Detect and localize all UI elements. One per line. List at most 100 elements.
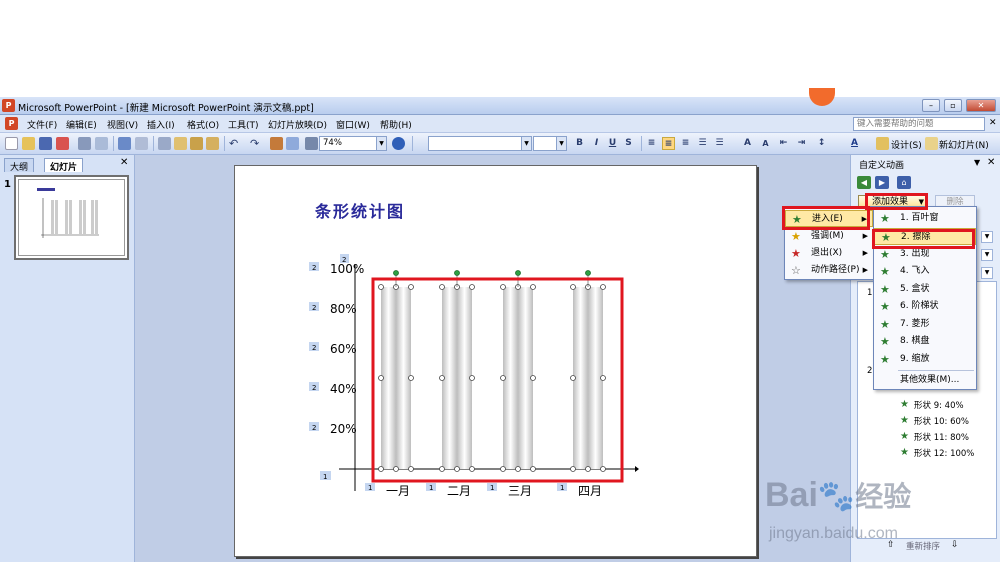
more-effects-item[interactable]: 其他效果(M)... bbox=[874, 372, 976, 389]
design-icon[interactable] bbox=[876, 137, 889, 150]
research-icon[interactable] bbox=[135, 137, 148, 150]
decrease-font-icon[interactable]: A bbox=[759, 137, 772, 150]
underline-button[interactable]: U bbox=[606, 137, 619, 150]
font-size-select[interactable]: ▼ bbox=[533, 136, 567, 151]
slide-canvas[interactable]: 条形统计图 20% 2 40% 2 60% 2 80% 2 100% 2 2 1 一月 1 二月 1 三月 1 四月… bbox=[234, 165, 757, 557]
selection-handle bbox=[585, 466, 591, 472]
new-doc-icon[interactable] bbox=[5, 137, 18, 150]
permission-icon[interactable] bbox=[56, 137, 69, 150]
slide-thumbnail[interactable] bbox=[14, 175, 129, 260]
chevron-down-icon[interactable]: ▼ bbox=[974, 158, 980, 167]
format-painter-icon[interactable] bbox=[206, 137, 219, 150]
list-item[interactable]: 形状 9: 40% bbox=[914, 399, 964, 411]
powerpoint-app-icon[interactable]: P bbox=[2, 99, 15, 112]
back-icon[interactable]: ◀ bbox=[857, 176, 871, 189]
maximize-button[interactable]: ▫ bbox=[944, 99, 962, 112]
print-icon[interactable] bbox=[78, 137, 91, 150]
effect-diagonal-squares[interactable]: ★ 6. 阶梯状 bbox=[874, 298, 976, 315]
insert-table-icon[interactable] bbox=[286, 137, 299, 150]
document-icon[interactable]: P bbox=[5, 117, 18, 130]
shadow-button[interactable]: S bbox=[622, 137, 635, 150]
menu-item-exit[interactable]: ★ 退出(X) ▶ bbox=[785, 245, 873, 262]
effect-fly-in[interactable]: ★ 4. 飞入 bbox=[874, 263, 976, 280]
menu-file[interactable]: 文件(F) bbox=[27, 118, 57, 131]
font-name-select[interactable]: ▼ bbox=[428, 136, 532, 151]
cut-icon[interactable] bbox=[158, 137, 171, 150]
selection-handle bbox=[393, 466, 399, 472]
help-icon[interactable] bbox=[392, 137, 405, 150]
grid-icon[interactable] bbox=[305, 137, 318, 150]
chevron-down-icon[interactable]: ▼ bbox=[981, 231, 993, 243]
selection-handle bbox=[530, 466, 536, 472]
y-tick-label: 40% bbox=[330, 382, 357, 396]
new-slide-button[interactable]: 新幻灯片(N) bbox=[939, 138, 989, 151]
selection-handle bbox=[530, 284, 536, 290]
list-item[interactable]: 形状 11: 80% bbox=[914, 431, 969, 443]
menu-insert[interactable]: 插入(I) bbox=[147, 118, 175, 131]
x-tick-label: 一月 bbox=[386, 484, 410, 498]
watermark-url: jingyan.baidu.com bbox=[769, 525, 898, 542]
menu-format[interactable]: 格式(O) bbox=[187, 118, 219, 131]
selection-handle bbox=[439, 466, 445, 472]
menu-view[interactable]: 视图(V) bbox=[107, 118, 138, 131]
close-pane-icon[interactable]: ✕ bbox=[987, 157, 995, 168]
bold-button[interactable]: B bbox=[573, 137, 586, 150]
print-preview-icon[interactable] bbox=[95, 137, 108, 150]
menu-item-motion-path[interactable]: ☆ 动作路径(P) ▶ bbox=[785, 262, 873, 279]
effect-checkerboard[interactable]: ★ 8. 棋盘 bbox=[874, 333, 976, 350]
effect-blinds[interactable]: ★ 1. 百叶窗 bbox=[874, 210, 976, 227]
effect-zoom[interactable]: ★ 9. 缩放 bbox=[874, 351, 976, 368]
forward-icon[interactable]: ▶ bbox=[875, 176, 889, 189]
bullets-icon[interactable]: ☰ bbox=[713, 137, 726, 150]
align-left-icon[interactable]: ≡ bbox=[645, 137, 658, 150]
spelling-icon[interactable] bbox=[118, 137, 131, 150]
menu-item-emphasis[interactable]: ★ 强调(M) ▶ bbox=[785, 228, 873, 245]
menu-help[interactable]: 帮助(H) bbox=[380, 118, 412, 131]
insert-chart-icon[interactable] bbox=[270, 137, 283, 150]
open-folder-icon[interactable] bbox=[22, 137, 35, 150]
numbering-icon[interactable]: ☰ bbox=[696, 137, 709, 150]
order-tag-label: 2 bbox=[342, 256, 346, 264]
minimize-button[interactable]: – bbox=[922, 99, 940, 112]
redo-icon[interactable]: ↷ bbox=[250, 137, 263, 150]
save-icon[interactable] bbox=[39, 137, 52, 150]
font-color-icon[interactable]: A bbox=[848, 137, 861, 150]
order-tag-label: 2 bbox=[312, 344, 316, 352]
effect-diamond[interactable]: ★ 7. 菱形 bbox=[874, 316, 976, 333]
undo-icon[interactable]: ↶ bbox=[229, 137, 242, 150]
close-button[interactable]: ✕ bbox=[966, 99, 996, 112]
close-pane-icon[interactable]: ✕ bbox=[120, 157, 128, 168]
increase-indent-icon[interactable]: ⇥ bbox=[795, 137, 808, 150]
chevron-down-icon[interactable]: ▼ bbox=[556, 137, 566, 150]
list-item[interactable]: 形状 10: 60% bbox=[914, 415, 969, 427]
paste-icon[interactable] bbox=[190, 137, 203, 150]
line-spacing-icon[interactable]: ↕ bbox=[815, 137, 828, 150]
chevron-down-icon[interactable]: ▼ bbox=[376, 137, 386, 150]
decrease-indent-icon[interactable]: ⇤ bbox=[777, 137, 790, 150]
menu-edit[interactable]: 编辑(E) bbox=[66, 118, 97, 131]
zoom-select[interactable]: 74% ▼ bbox=[319, 136, 387, 151]
close-doc-icon[interactable]: ✕ bbox=[989, 118, 997, 128]
x-axis-arrow bbox=[635, 466, 639, 472]
chevron-down-icon[interactable]: ▼ bbox=[981, 267, 993, 279]
home-icon[interactable]: ⌂ bbox=[897, 176, 911, 189]
selection-handle bbox=[469, 466, 475, 472]
tab-slides[interactable]: 幻灯片 bbox=[44, 158, 84, 173]
chevron-down-icon[interactable]: ▼ bbox=[521, 137, 531, 150]
increase-font-icon[interactable]: A bbox=[741, 137, 754, 150]
chevron-down-icon[interactable]: ▼ bbox=[981, 249, 993, 261]
menu-slideshow[interactable]: 幻灯片放映(D) bbox=[268, 118, 327, 131]
design-button[interactable]: 设计(S) bbox=[891, 138, 922, 151]
align-right-icon[interactable]: ≡ bbox=[679, 137, 692, 150]
rotate-handle bbox=[454, 270, 460, 276]
copy-icon[interactable] bbox=[174, 137, 187, 150]
menu-window[interactable]: 窗口(W) bbox=[336, 118, 370, 131]
help-search-input[interactable]: 键入需要帮助的问题 bbox=[853, 117, 985, 131]
tab-outline[interactable]: 大纲 bbox=[4, 158, 35, 173]
new-slide-icon[interactable] bbox=[925, 137, 938, 150]
menu-tools[interactable]: 工具(T) bbox=[228, 118, 259, 131]
italic-button[interactable]: I bbox=[590, 137, 603, 150]
effect-box[interactable]: ★ 5. 盒状 bbox=[874, 281, 976, 298]
bar-chart[interactable]: 20%240%260%280%2100%221一月1 二月1 三月1 四月1 bbox=[235, 166, 758, 558]
align-center-icon[interactable]: ≡ bbox=[662, 137, 675, 150]
